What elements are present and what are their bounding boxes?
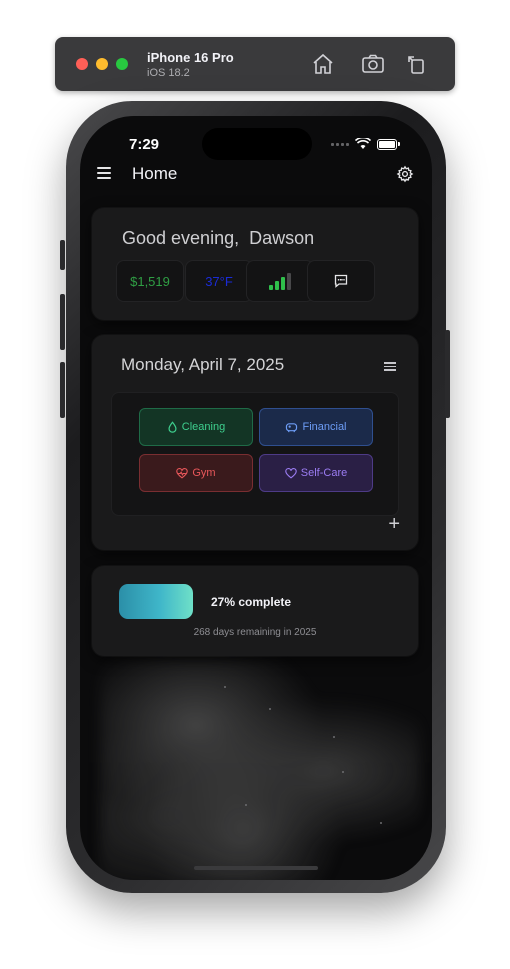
minimize-window-button[interactable] bbox=[96, 58, 108, 70]
category-gym[interactable]: Gym bbox=[139, 454, 253, 492]
drop-icon bbox=[168, 421, 177, 433]
chat-quote-icon bbox=[334, 274, 348, 288]
cellular-signal-icon bbox=[331, 142, 349, 146]
simulator-toolbar: iPhone 16 Pro iOS 18.2 bbox=[55, 37, 455, 91]
days-remaining: 268 days remaining in 2025 bbox=[193, 627, 317, 638]
background-star bbox=[342, 771, 344, 773]
background-star bbox=[224, 686, 226, 688]
category-label: Financial bbox=[302, 421, 347, 433]
user-name: Dawson bbox=[249, 228, 315, 248]
device-name: iPhone 16 Pro bbox=[147, 50, 234, 65]
add-icon[interactable]: + bbox=[388, 514, 400, 534]
date-title: Monday, April 7, 2025 bbox=[121, 355, 285, 374]
screenshot-icon[interactable] bbox=[361, 52, 385, 76]
balance-stat[interactable]: $1,519 bbox=[116, 260, 184, 302]
heart-pulse-icon bbox=[176, 467, 189, 478]
list-icon[interactable] bbox=[384, 362, 396, 371]
messages-stat[interactable] bbox=[307, 260, 375, 302]
background-star bbox=[269, 708, 271, 710]
greeting-text: Good evening, Dawson bbox=[122, 228, 314, 249]
zoom-window-button[interactable] bbox=[116, 58, 128, 70]
close-window-button[interactable] bbox=[76, 58, 88, 70]
gear-icon[interactable] bbox=[396, 165, 414, 183]
piggy-bank-icon bbox=[286, 422, 298, 432]
greeting-card: Good evening, Dawson $1,519 37°F bbox=[92, 208, 418, 320]
background-star bbox=[333, 736, 335, 738]
greeting-label: Good evening, bbox=[122, 228, 240, 248]
background-star bbox=[380, 822, 382, 824]
volume-up-button bbox=[60, 294, 65, 350]
date-card: Monday, April 7, 2025 Cleaning Financial… bbox=[92, 335, 418, 550]
status-time: 7:29 bbox=[129, 136, 160, 153]
page-title: Home bbox=[132, 164, 178, 183]
balance-value: $1,519 bbox=[130, 273, 170, 289]
signal-stat[interactable] bbox=[246, 260, 314, 302]
category-cleaning[interactable]: Cleaning bbox=[139, 408, 253, 446]
phone-screen: 7:29 Home Good evening, Dawson $1,519 37… bbox=[80, 116, 432, 880]
category-label: Self-Care bbox=[300, 467, 348, 479]
volume-down-button bbox=[60, 362, 65, 418]
menu-icon[interactable] bbox=[97, 167, 111, 179]
category-self-care[interactable]: Self-Care bbox=[259, 454, 373, 492]
heart-icon bbox=[285, 467, 297, 478]
wifi-icon bbox=[355, 138, 371, 149]
year-progress-card: 27% complete 268 days remaining in 2025 bbox=[92, 566, 418, 656]
temperature-value: 37°F bbox=[205, 273, 233, 289]
power-button bbox=[445, 330, 450, 418]
os-version: iOS 18.2 bbox=[147, 67, 190, 79]
background-star bbox=[245, 804, 247, 806]
signal-bars-icon bbox=[269, 272, 291, 290]
blurred-background bbox=[100, 656, 420, 880]
category-financial[interactable]: Financial bbox=[259, 408, 373, 446]
battery-icon bbox=[377, 138, 400, 150]
navigation-bar: Home bbox=[80, 156, 432, 196]
progress-percent: 27% complete bbox=[211, 595, 292, 609]
category-label: Cleaning bbox=[181, 421, 226, 433]
home-indicator[interactable] bbox=[194, 866, 318, 870]
action-button bbox=[60, 240, 65, 270]
status-indicators bbox=[331, 138, 400, 150]
category-label: Gym bbox=[192, 467, 216, 479]
year-progress-bar bbox=[119, 584, 193, 619]
rotate-icon[interactable] bbox=[405, 52, 429, 76]
temperature-stat[interactable]: 37°F bbox=[185, 260, 253, 302]
category-grid: Cleaning Financial Gym Self-Care bbox=[111, 392, 399, 516]
home-icon[interactable] bbox=[311, 52, 335, 76]
